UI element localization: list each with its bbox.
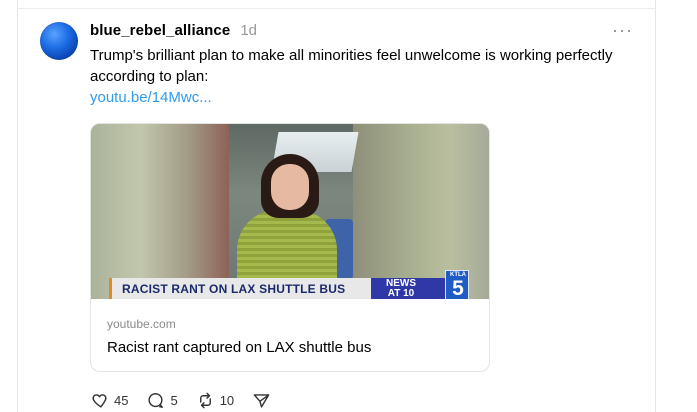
person-face — [271, 164, 309, 210]
send-icon — [253, 393, 270, 408]
post-time[interactable]: 1d — [240, 22, 257, 39]
feed-right-border — [655, 0, 656, 412]
repost-button[interactable]: 10 — [196, 391, 234, 410]
video-thumbnail[interactable]: RACIST RANT ON LAX SHUTTLE BUS NEWS AT 1… — [91, 124, 489, 299]
comment-icon — [148, 392, 164, 408]
post-link[interactable]: youtu.be/14Mwc... — [90, 87, 212, 108]
post-header: blue_rebel_alliance 1d — [90, 22, 257, 42]
heart-icon — [92, 393, 107, 408]
reply-count: 5 — [170, 392, 178, 408]
avatar[interactable] — [40, 22, 78, 60]
like-button[interactable]: 45 — [90, 391, 128, 410]
chyron-text: RACIST RANT ON LAX SHUTTLE BUS — [122, 282, 346, 296]
thumbnail-blur-left — [91, 124, 231, 299]
card-title[interactable]: Racist rant captured on LAX shuttle bus — [107, 339, 371, 356]
share-button[interactable] — [252, 391, 271, 410]
post-text: Trump's brilliant plan to make all minor… — [90, 47, 613, 85]
news-line2: AT 10 — [387, 288, 415, 299]
repost-count: 10 — [219, 392, 235, 408]
station-number: 5 — [452, 277, 464, 300]
post-actions: 45 5 10 — [90, 390, 289, 410]
reply-button[interactable]: 5 — [146, 391, 178, 410]
username[interactable]: blue_rebel_alliance — [90, 22, 230, 39]
news-chyron: RACIST RANT ON LAX SHUTTLE BUS — [109, 278, 371, 299]
more-horizontal-icon[interactable]: ··· — [612, 21, 633, 39]
like-count: 45 — [114, 392, 129, 408]
card-domain: youtube.com — [107, 317, 176, 331]
repost-icon — [199, 392, 211, 408]
link-preview-card[interactable]: RACIST RANT ON LAX SHUTTLE BUS NEWS AT 1… — [90, 123, 490, 372]
station-logo: KTLA 5 — [445, 270, 469, 299]
post-divider — [17, 8, 656, 9]
feed-left-border — [17, 0, 18, 412]
thumbnail-scene — [229, 124, 359, 299]
news-at-10-badge: NEWS AT 10 — [371, 278, 449, 299]
